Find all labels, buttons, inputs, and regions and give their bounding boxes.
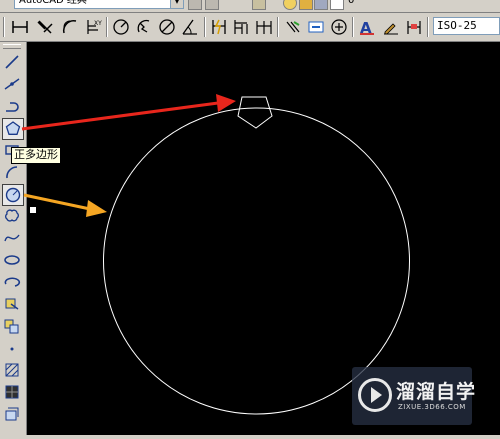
dim-style-select[interactable]: ISO-25 — [433, 17, 500, 35]
toolbar-icon[interactable] — [205, 0, 219, 10]
linear-dimension-icon[interactable] — [10, 17, 30, 37]
angular-dimension-icon[interactable] — [180, 17, 200, 37]
spline-icon[interactable] — [2, 228, 22, 248]
ordinate-dimension-icon[interactable]: XY — [83, 17, 103, 37]
line-icon[interactable] — [2, 52, 22, 72]
layer-color-icon[interactable] — [330, 0, 344, 10]
construction-line-icon[interactable] — [2, 74, 22, 94]
region-icon[interactable] — [2, 404, 22, 424]
standard-toolbar: AutoCAD 经典 ▾ 0 — [0, 0, 500, 13]
revision-cloud-icon[interactable] — [2, 206, 22, 226]
insert-block-icon[interactable] — [2, 294, 22, 314]
make-block-icon[interactable] — [2, 316, 22, 336]
dimension-space-icon[interactable] — [283, 17, 303, 37]
radius-dimension-icon[interactable] — [111, 17, 131, 37]
layer-freeze-icon[interactable] — [299, 0, 313, 10]
arc-length-icon[interactable] — [60, 17, 80, 37]
center-mark-icon[interactable] — [329, 17, 349, 37]
polygon-tooltip: 正多边形 — [11, 147, 61, 164]
layer-manager-icon[interactable] — [252, 0, 266, 10]
quick-dimension-icon[interactable] — [209, 17, 229, 37]
circle-icon[interactable] — [2, 184, 24, 206]
watermark-url: ZIXUE.3D66.COM — [398, 403, 466, 411]
dimension-text-edit-icon[interactable] — [381, 17, 401, 37]
watermark-brand: 溜溜自学 — [396, 381, 477, 403]
point-icon[interactable] — [2, 338, 22, 358]
layer-on-icon[interactable] — [283, 0, 297, 10]
arc-icon[interactable] — [2, 162, 22, 182]
toolbar-grip[interactable] — [3, 44, 21, 49]
workspace-select[interactable]: AutoCAD 经典 — [14, 0, 184, 9]
dimension-edit-icon[interactable]: A — [357, 17, 377, 37]
workspace-settings-icon[interactable] — [188, 0, 202, 10]
dimension-update-icon[interactable] — [404, 17, 424, 37]
polyline-icon[interactable] — [2, 96, 22, 116]
svg-text:XY: XY — [94, 20, 102, 27]
jogged-dimension-icon[interactable] — [134, 17, 154, 37]
diameter-dimension-icon[interactable] — [157, 17, 177, 37]
dimension-break-icon[interactable] — [306, 17, 326, 37]
polygon-icon[interactable] — [2, 118, 24, 140]
layer-value: 0 — [348, 0, 355, 6]
workspace-dropdown-button[interactable]: ▾ — [170, 0, 184, 9]
baseline-dimension-icon[interactable] — [231, 17, 251, 37]
layer-lock-icon[interactable] — [314, 0, 328, 10]
play-icon — [371, 387, 382, 403]
hatch-icon[interactable] — [2, 360, 22, 380]
continue-dimension-icon[interactable] — [254, 17, 274, 37]
gradient-icon[interactable] — [2, 382, 22, 402]
pick-cursor — [29, 206, 37, 214]
drawn-polygon[interactable] — [237, 96, 273, 129]
draw-toolbar — [0, 42, 27, 435]
ellipse-icon[interactable] — [2, 250, 22, 270]
ellipse-arc-icon[interactable] — [2, 272, 22, 292]
dimension-toolbar: XY A — [0, 13, 500, 42]
watermark: 溜溜自学 ZIXUE.3D66.COM — [352, 367, 475, 425]
aligned-dimension-icon[interactable] — [35, 17, 55, 37]
